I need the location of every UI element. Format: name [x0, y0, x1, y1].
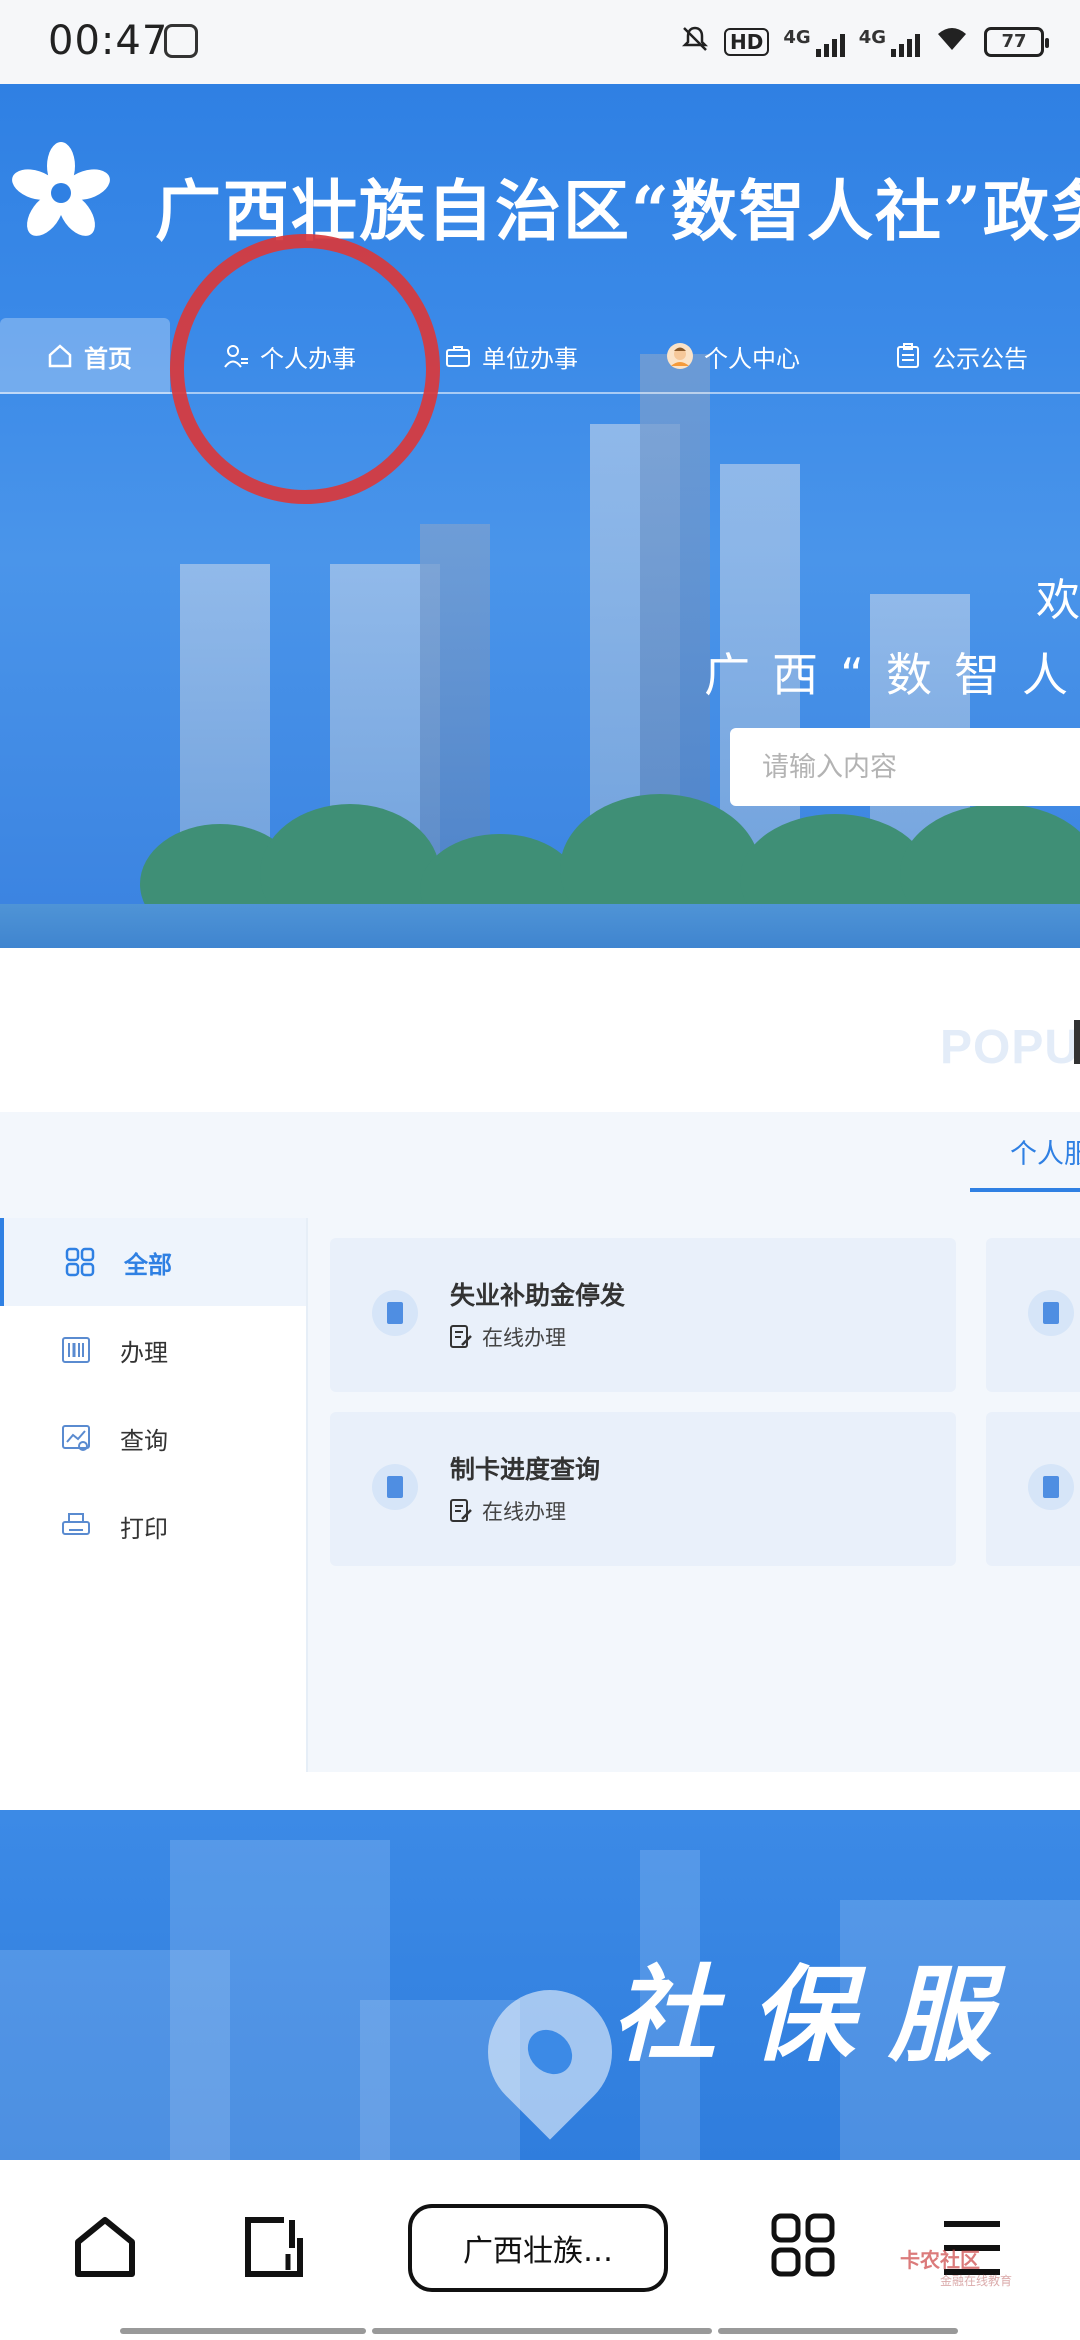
service-card-title: 制卡进度查询 [450, 1455, 601, 1484]
category-label: 查询 [120, 1426, 168, 1455]
barcode-icon [62, 1337, 90, 1363]
banner-building [170, 1840, 390, 2160]
app-notification-icon [164, 24, 198, 58]
category-print[interactable]: 打印 [0, 1482, 306, 1570]
category-handle[interactable]: 办理 [0, 1306, 306, 1394]
hd-icon: HD [724, 28, 770, 56]
section-title-marker [1074, 1020, 1080, 1064]
service-card-subtitle: 在线办理 [450, 1322, 566, 1352]
network-type-2: 4G [858, 27, 886, 48]
status-icons: HD 4G 4G 77 [680, 20, 1049, 64]
tab-personal-services[interactable]: 个人服 [1010, 1132, 1080, 1171]
signal-icon-1: 4G [783, 27, 845, 57]
signal-icon-2: 4G [859, 27, 920, 57]
briefcase-icon [446, 346, 470, 367]
search-box [730, 728, 1080, 806]
government-logo-icon [12, 142, 110, 236]
service-card-title: 失业补助金停发 [450, 1281, 626, 1310]
service-card-partial[interactable] [986, 1412, 1080, 1566]
category-all[interactable]: 全部 [0, 1218, 306, 1306]
search-input[interactable] [730, 728, 1080, 806]
service-card-subtitle-text: 在线办理 [482, 1500, 566, 1524]
nav-label-announcements: 公示公告 [932, 344, 1028, 373]
service-card[interactable]: 失业补助金停发 在线办理 [330, 1238, 956, 1392]
nav-label-personal-center: 个人中心 [704, 344, 800, 373]
gesture-bar [718, 2328, 958, 2334]
document-icon [1028, 1290, 1074, 1336]
edit-document-icon [450, 1499, 472, 1522]
tab-active-indicator [970, 1188, 1080, 1192]
nav-item-personal-center[interactable]: 个人中心 [666, 318, 800, 394]
home-icon [48, 344, 72, 368]
browser-bottom-bar: 广西壮族… 卡农社区 金融在线教育 [0, 2160, 1080, 2340]
red-annotation-circle [148, 212, 462, 526]
service-card-subtitle: 在线办理 [450, 1496, 566, 1526]
apps-grid-icon[interactable] [770, 2212, 836, 2278]
service-card-subtitle-text: 在线办理 [482, 1326, 566, 1350]
social-security-banner[interactable]: 社保服 [0, 1810, 1080, 2160]
tabs-icon[interactable] [242, 2214, 306, 2280]
avatar-icon [667, 343, 693, 369]
category-label: 打印 [120, 1514, 168, 1543]
service-card[interactable]: 制卡进度查询 在线办理 [330, 1412, 956, 1566]
category-label: 办理 [120, 1338, 168, 1367]
home-icon[interactable] [72, 2214, 138, 2280]
network-type-1: 4G [783, 27, 811, 48]
watermark-subtitle: 金融在线教育 [940, 2274, 1013, 2288]
popular-section-title: POPUL [940, 1021, 1080, 1074]
nav-item-home[interactable]: 首页 [0, 318, 170, 394]
clipboard-icon [897, 343, 919, 368]
category-query[interactable]: 查询 [0, 1394, 306, 1482]
grid-icon [65, 1247, 95, 1277]
document-icon [372, 1464, 418, 1510]
nav-item-unit-affairs[interactable]: 单位办事 [444, 318, 578, 394]
service-card-partial[interactable] [986, 1238, 1080, 1392]
status-bar: 00:47 HD 4G 4G 77 [0, 0, 1080, 84]
battery-icon: 77 [984, 27, 1049, 57]
main-nav: 首页 个人办事 单位办事 个人中心 公示公告 [0, 318, 1080, 394]
nav-label-unit-affairs: 单位办事 [482, 344, 578, 373]
nav-item-announcements[interactable]: 公示公告 [894, 318, 1028, 394]
mute-bell-icon [680, 24, 710, 61]
nav-label-home: 首页 [84, 344, 132, 373]
category-label: 全部 [124, 1250, 172, 1279]
gesture-bar [120, 2328, 366, 2334]
chart-search-icon [62, 1425, 90, 1451]
watermark: 卡农社区 [900, 2248, 980, 2272]
banner-title: 社保服 [612, 1953, 1027, 2076]
welcome-subheading: 广西“数智人 [704, 648, 1080, 702]
edit-document-icon [450, 1325, 472, 1348]
wifi-icon [934, 24, 970, 61]
document-icon [372, 1290, 418, 1336]
printer-icon [62, 1513, 90, 1535]
welcome-heading: 欢 [1036, 575, 1080, 626]
service-category-sidebar: 全部 办理 查询 打印 [0, 1218, 308, 1772]
water-illustration [0, 904, 1080, 948]
site-header: 广西壮族自治区“数智人社”政务 首页 个人办事 单位办事 个人中心 公示公告 欢… [0, 84, 1080, 948]
address-bar[interactable]: 广西壮族… [408, 2204, 668, 2292]
gesture-bar [372, 2328, 712, 2334]
document-icon [1028, 1464, 1074, 1510]
status-time: 00:47 [48, 18, 169, 64]
